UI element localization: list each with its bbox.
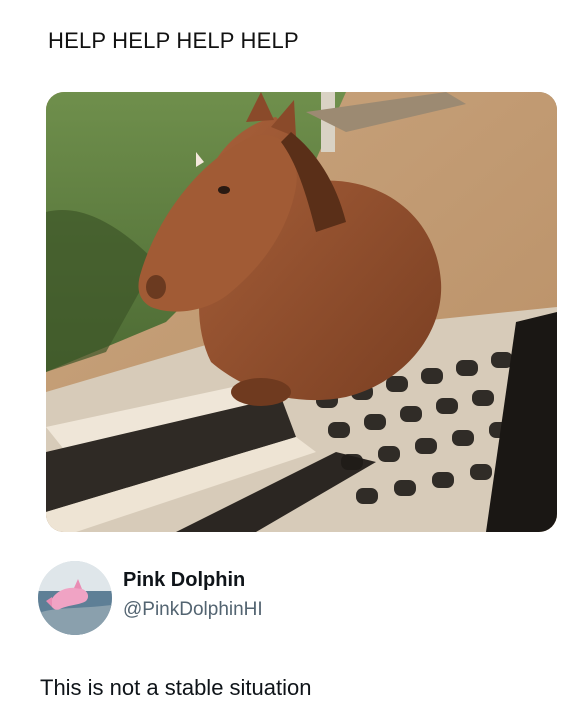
author-handle[interactable]: @PinkDolphinHI [123, 599, 263, 621]
pink-dolphin-avatar-icon[interactable] [38, 561, 112, 635]
post-media-image[interactable] [46, 92, 557, 532]
quoted-post-text: HELP HELP HELP HELP [48, 28, 299, 53]
author-display-name[interactable]: Pink Dolphin [123, 569, 245, 592]
author-row: Pink Dolphin @PinkDolphinHI [38, 561, 538, 637]
post-text: This is not a stable situation [40, 675, 312, 700]
horse-photo [46, 92, 557, 532]
